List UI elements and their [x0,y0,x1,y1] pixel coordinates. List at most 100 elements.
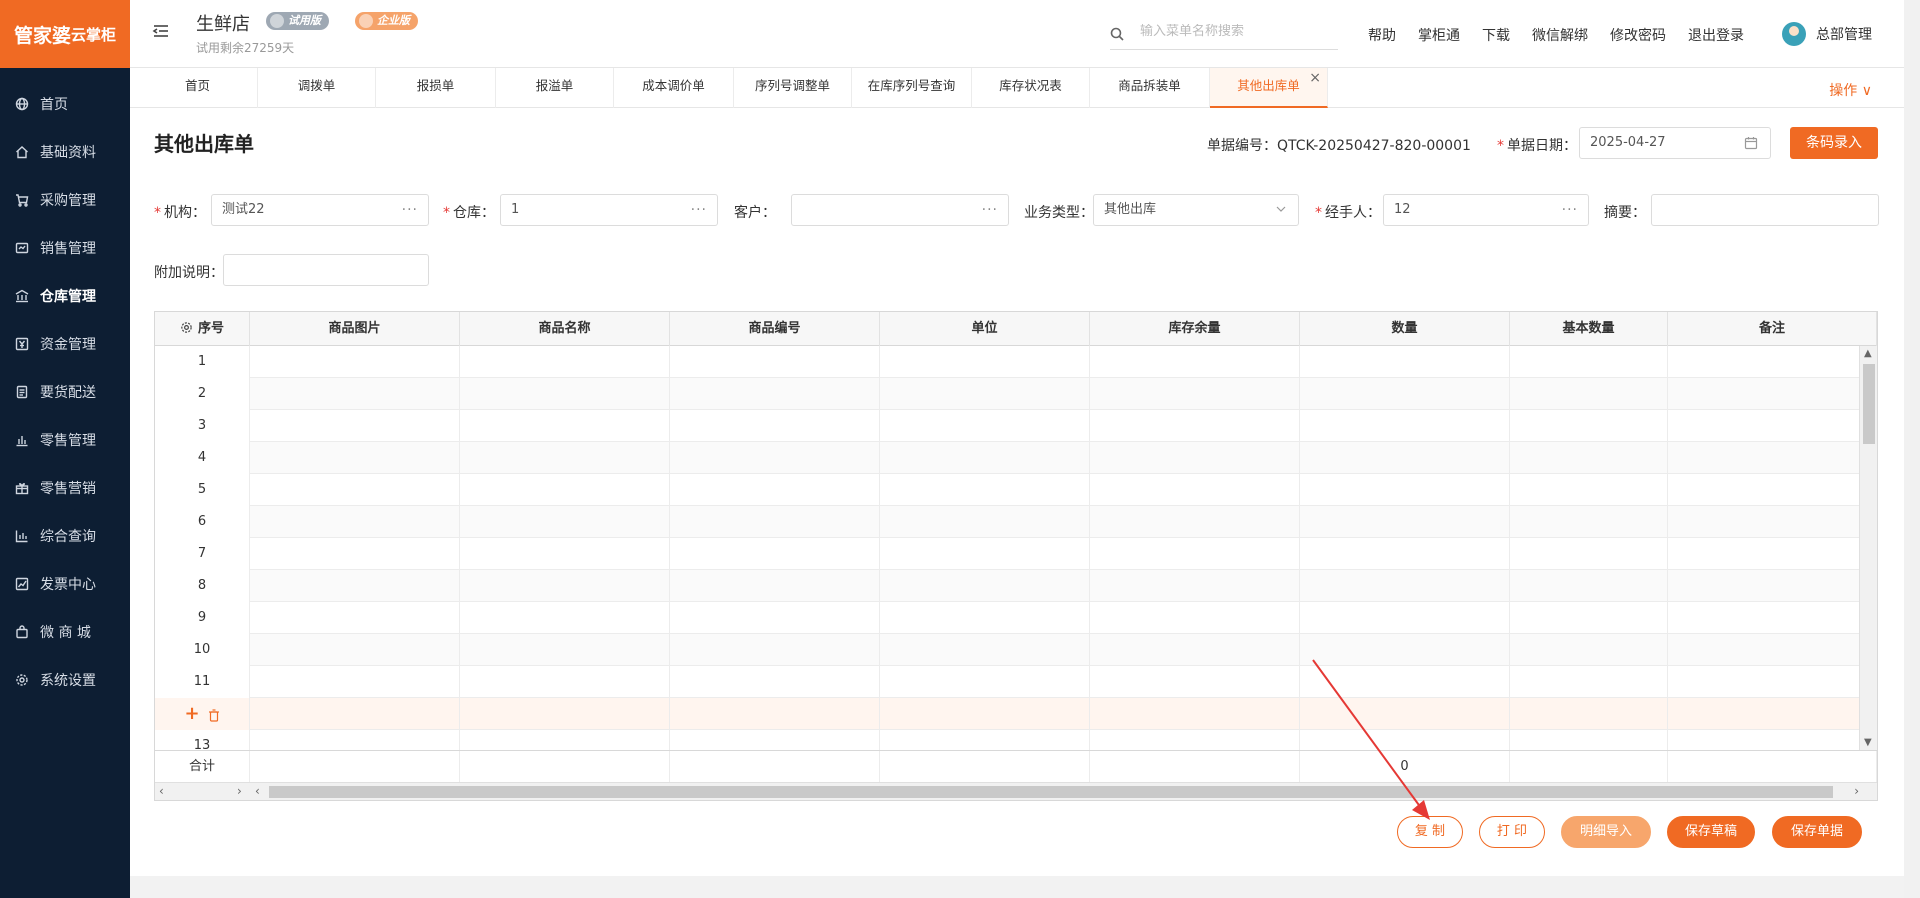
top-link[interactable]: 修改密码 [1610,25,1666,45]
table-cell[interactable] [880,506,1090,538]
table-cell[interactable] [460,442,670,474]
column-header[interactable]: 基本数量 [1510,312,1668,346]
scroll-thumb[interactable] [269,786,1833,798]
user-menu[interactable]: 总部管理 [1782,22,1872,46]
table-cell[interactable] [250,442,460,474]
table-cell[interactable] [1510,698,1668,730]
sidebar-item[interactable]: 要货配送 [0,368,130,416]
column-header[interactable]: 库存余量 [1090,312,1300,346]
table-cell[interactable] [670,474,880,506]
column-header[interactable]: 备注 [1668,312,1877,346]
table-cell[interactable] [670,410,880,442]
table-cell[interactable] [1090,538,1300,570]
table-row[interactable]: 1 [155,346,1861,378]
table-cell[interactable] [1090,410,1300,442]
table-cell[interactable] [880,474,1090,506]
column-header[interactable]: 序号 [155,312,250,346]
import-details-button[interactable]: 明细导入 [1561,816,1651,848]
table-cell[interactable] [250,474,460,506]
copy-button[interactable]: 复 制 [1397,816,1463,848]
tab[interactable]: 成本调价单 [614,68,734,108]
scroll-up-icon[interactable]: ▲ [1864,348,1872,359]
top-link[interactable]: 掌柜通 [1418,25,1460,45]
table-cell[interactable] [880,346,1090,378]
org-selector[interactable]: 测试22 ··· [211,194,429,226]
print-button[interactable]: 打 印 [1479,816,1545,848]
more-icon[interactable]: ··· [402,195,418,225]
extra-note-input[interactable] [223,254,429,286]
table-cell[interactable] [250,506,460,538]
top-link[interactable]: 帮助 [1368,25,1396,45]
table-cell[interactable] [1668,570,1861,602]
table-cell[interactable] [460,474,670,506]
close-icon[interactable]: × [1309,70,1321,86]
tab[interactable]: 库存状况表 [972,68,1090,108]
table-cell[interactable] [1090,698,1300,730]
table-cell[interactable] [250,378,460,410]
warehouse-selector[interactable]: 1 ··· [500,194,718,226]
table-cell[interactable] [460,602,670,634]
table-cell[interactable] [670,698,880,730]
sidebar-item[interactable]: 仓库管理 [0,272,130,320]
delete-row-icon[interactable] [208,709,220,722]
table-row[interactable]: 7 [155,538,1861,570]
table-cell[interactable] [1510,666,1668,698]
top-link[interactable]: 微信解绑 [1532,25,1588,45]
sidebar-item[interactable]: 采购管理 [0,176,130,224]
table-cell[interactable] [670,634,880,666]
table-row[interactable]: + [155,698,1861,730]
table-row[interactable]: 4 [155,442,1861,474]
column-header[interactable]: 商品编号 [670,312,880,346]
table-cell[interactable] [1090,346,1300,378]
scroll-left-icon[interactable]: ‹ [255,784,260,798]
table-cell[interactable] [1510,474,1668,506]
more-icon[interactable]: ··· [982,195,998,225]
sidebar-item[interactable]: 销售管理 [0,224,130,272]
table-cell[interactable] [1510,634,1668,666]
table-row[interactable]: 13 [155,730,1861,750]
table-cell[interactable] [460,410,670,442]
table-cell[interactable] [880,602,1090,634]
table-cell[interactable] [1668,538,1861,570]
table-cell[interactable] [1510,602,1668,634]
table-cell[interactable] [1090,570,1300,602]
table-cell[interactable] [460,506,670,538]
table-cell[interactable] [1668,442,1861,474]
summary-input[interactable] [1651,194,1879,226]
table-cell[interactable] [1510,570,1668,602]
table-cell[interactable] [1510,346,1668,378]
sidebar-item[interactable]: 发票中心 [0,560,130,608]
tab[interactable]: 序列号调整单 [734,68,852,108]
table-cell[interactable] [1668,474,1861,506]
tab[interactable]: 调拨单 [258,68,376,108]
table-cell[interactable] [1300,346,1510,378]
sidebar-item[interactable]: 首页 [0,80,130,128]
tab[interactable]: 其他出库单 × [1210,68,1328,108]
table-cell[interactable] [880,538,1090,570]
table-cell[interactable] [250,570,460,602]
table-cell[interactable] [880,378,1090,410]
tab[interactable]: 报损单 [376,68,496,108]
table-cell[interactable] [1300,698,1510,730]
tab[interactable]: 首页 [138,68,258,108]
table-cell[interactable] [250,346,460,378]
top-link[interactable]: 下载 [1482,25,1510,45]
table-cell[interactable] [1510,378,1668,410]
grid-vertical-scrollbar[interactable]: ▲ ▼ [1859,346,1877,750]
table-cell[interactable] [460,634,670,666]
table-row[interactable]: 8 [155,570,1861,602]
grid-horizontal-scrollbar[interactable]: ‹ › ‹ › [155,782,1877,800]
tab-operations-menu[interactable]: 操作 ∨ [1829,80,1872,100]
table-cell[interactable] [460,346,670,378]
tab[interactable]: 报溢单 [496,68,614,108]
table-row[interactable]: 9 [155,602,1861,634]
biztype-select[interactable]: 其他出库 [1093,194,1299,226]
column-header[interactable]: 单位 [880,312,1090,346]
table-cell[interactable] [250,410,460,442]
table-cell[interactable] [1300,474,1510,506]
app-logo[interactable]: 管家婆 云掌柜 [0,0,130,68]
table-cell[interactable] [670,730,880,750]
table-cell[interactable] [670,602,880,634]
table-cell[interactable] [880,698,1090,730]
table-cell[interactable] [1300,666,1510,698]
